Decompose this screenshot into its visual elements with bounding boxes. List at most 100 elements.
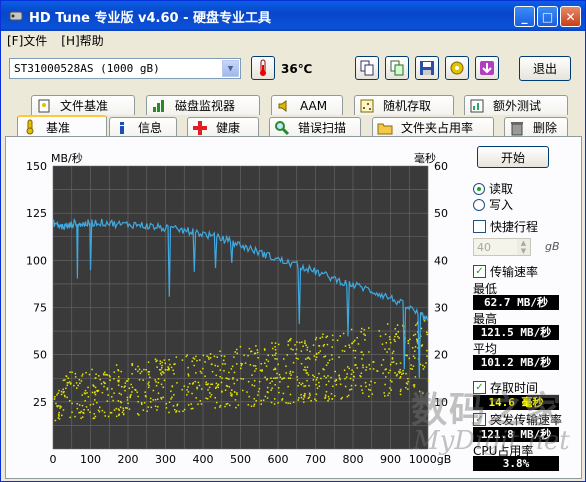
access-time-point <box>236 379 238 381</box>
access-time-point <box>323 375 325 377</box>
access-time-point <box>394 335 396 338</box>
floppy-icon <box>420 61 434 75</box>
access-time-point <box>335 383 338 386</box>
access-time-point <box>210 393 213 396</box>
access-time-point <box>255 367 257 370</box>
access-time-point <box>137 400 139 403</box>
tab-folder-usage[interactable]: 文件夹占用率 <box>372 117 494 137</box>
access-time-point <box>267 354 269 357</box>
speaker-icon <box>276 98 292 114</box>
menu-file[interactable]: [F]文件 <box>7 32 47 49</box>
transfer-rate-checkbox[interactable]: ✓ 传输速率 <box>473 263 538 280</box>
access-time-point <box>350 373 353 375</box>
y-tick-label-right: 60 <box>434 160 448 173</box>
access-time-point <box>68 399 71 402</box>
access-time-point <box>379 335 382 337</box>
access-time-point <box>315 379 318 381</box>
access-time-point <box>407 342 410 345</box>
tab-error-scan[interactable]: 错误扫描 <box>269 117 361 137</box>
access-time-point <box>161 361 163 364</box>
access-time-point <box>297 384 299 387</box>
tab-aam[interactable]: AAM <box>271 95 343 115</box>
access-time-point <box>385 342 388 344</box>
tab-health[interactable]: 健康 <box>187 117 259 137</box>
access-time-point <box>345 376 348 378</box>
menu-help[interactable]: [H]帮助 <box>61 32 103 49</box>
access-time-point <box>384 333 387 336</box>
access-time-point <box>88 373 91 376</box>
access-time-point <box>374 381 376 384</box>
access-time-point <box>319 350 322 352</box>
tab-benchmark[interactable]: 基准 <box>17 115 107 137</box>
access-time-point <box>117 369 119 371</box>
copy-text-button[interactable] <box>355 56 379 80</box>
access-time-point <box>240 364 243 367</box>
quick-stroke-checkbox[interactable]: 快捷行程 <box>473 218 538 235</box>
access-time-point <box>355 364 357 366</box>
chevron-down-icon[interactable]: ▼ <box>222 60 239 77</box>
access-time-point <box>261 370 263 372</box>
save-button[interactable] <box>415 56 439 80</box>
tab-info[interactable]: 信息 <box>109 117 177 137</box>
read-label: 读取 <box>489 182 514 196</box>
copy-screenshot-button[interactable] <box>385 56 409 80</box>
close-button[interactable]: ✕ <box>560 6 581 27</box>
access-time-point <box>325 390 328 393</box>
exit-button[interactable]: 退出 <box>519 56 571 81</box>
access-time-point <box>209 357 212 359</box>
access-time-point <box>411 368 414 370</box>
access-time-point <box>107 394 109 396</box>
start-button[interactable]: 开始 <box>477 146 549 168</box>
access-time-point <box>101 391 104 394</box>
access-time-point <box>231 393 233 396</box>
access-time-point <box>207 389 209 391</box>
options-button[interactable] <box>445 56 469 80</box>
access-time-point <box>260 399 262 402</box>
access-time-point <box>64 379 66 381</box>
access-time-point <box>255 345 257 347</box>
access-time-point <box>54 396 56 398</box>
access-time-point <box>224 389 227 391</box>
access-time-point <box>297 399 299 401</box>
access-time-point <box>80 417 82 419</box>
access-time-point <box>412 334 415 337</box>
access-time-point <box>197 381 200 384</box>
read-radio[interactable]: 读取 <box>473 180 513 197</box>
y-tick-label-left: 150 <box>26 160 47 173</box>
access-time-point <box>314 398 316 400</box>
spin-arrows-icon[interactable]: ▲ ▼ <box>517 239 530 255</box>
tab-erase[interactable]: 删除 <box>504 117 568 137</box>
minimize-button[interactable]: _ <box>514 6 535 27</box>
access-time-point <box>331 334 334 337</box>
maximize-button[interactable]: □ <box>537 6 558 27</box>
radio-indicator <box>473 182 485 195</box>
access-time-point <box>221 363 224 365</box>
access-time-point <box>328 359 331 362</box>
access-time-point <box>247 380 250 383</box>
access-time-point <box>332 385 334 388</box>
access-time-point <box>215 374 217 377</box>
access-time-point <box>372 368 375 370</box>
access-time-point <box>164 369 167 371</box>
access-time-point <box>253 405 255 407</box>
tab-disk-monitor[interactable]: 磁盘监视器 <box>146 95 260 115</box>
download-button[interactable] <box>475 56 499 80</box>
access-time-point <box>257 394 259 396</box>
tab-file-benchmark[interactable]: 文件基准 <box>31 95 135 115</box>
y-tick-label-left: 75 <box>33 302 47 315</box>
access-time-point <box>388 336 391 338</box>
access-time-point <box>426 331 428 334</box>
tab-random-access[interactable]: 随机存取 <box>354 95 454 115</box>
quick-stroke-size-input[interactable]: 40 ▲ ▼ <box>473 238 531 256</box>
access-time-point <box>300 393 302 396</box>
tab-extra-tests[interactable]: 额外测试 <box>464 95 568 115</box>
access-time-point <box>83 408 85 411</box>
write-radio[interactable]: 写入 <box>473 196 513 213</box>
access-time-point <box>187 366 189 369</box>
access-time-point <box>96 401 98 404</box>
access-time-point <box>102 381 105 383</box>
access-time-point <box>195 397 197 399</box>
y-tick-label-right: 40 <box>434 254 448 267</box>
drive-select[interactable]: ST31000528AS (1000 gB) ▼ <box>9 58 241 79</box>
access-time-point <box>81 404 84 407</box>
